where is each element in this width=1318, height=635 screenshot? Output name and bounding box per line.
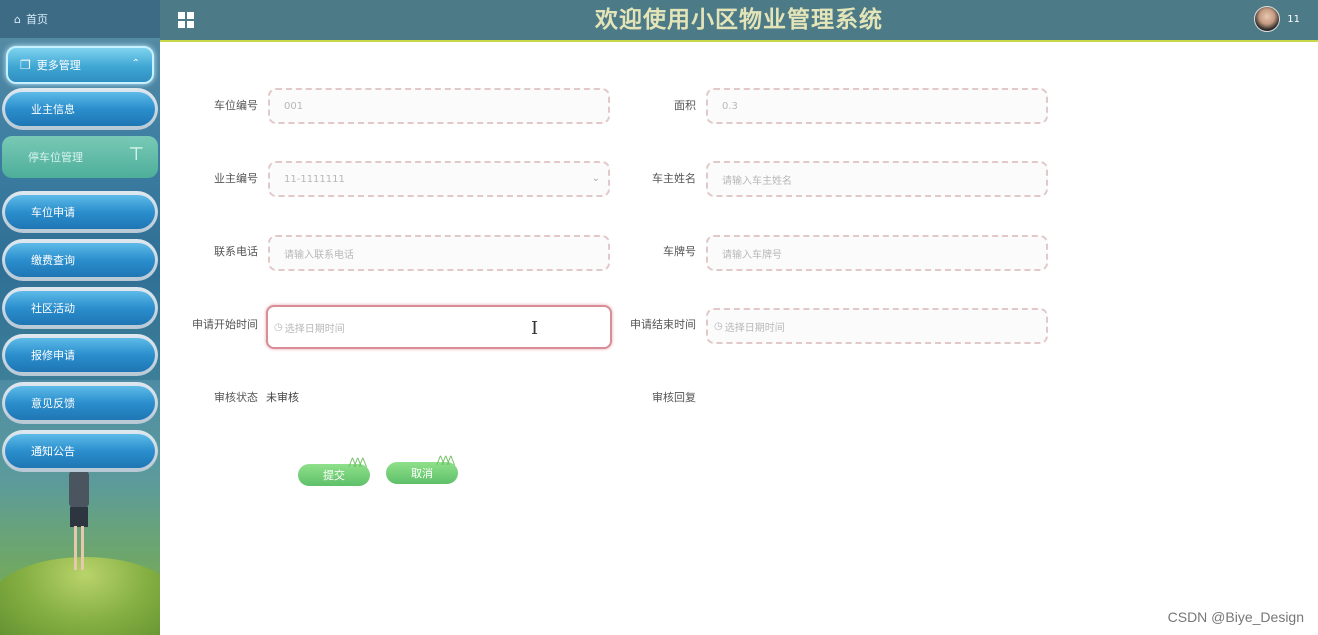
review-status-value: 未审核	[266, 391, 299, 404]
plate-placeholder: 请输入车牌号	[722, 249, 782, 261]
home-label: 首页	[25, 13, 48, 26]
end-time-label: 申请结束时间	[630, 318, 696, 331]
pin-icon: ⊤	[128, 144, 144, 165]
sidebar-item-payment-query[interactable]: 缴费查询	[2, 239, 158, 281]
end-time-placeholder: 选择日期时间	[724, 322, 785, 334]
owner-name-placeholder: 请输入车主姓名	[722, 175, 792, 187]
sidebar-item-label: 社区活动	[31, 302, 75, 315]
sidebar-item-repair-request[interactable]: 报修申请	[2, 334, 158, 376]
home-icon: ⌂	[14, 12, 21, 26]
sidebar-background-figure	[67, 455, 91, 575]
sidebar-item-label: 业主信息	[31, 103, 75, 116]
owner-name-input[interactable]: 请输入车主姓名	[706, 161, 1048, 197]
user-name[interactable]: 11	[1287, 14, 1300, 25]
owner-name-label: 车主姓名	[652, 172, 696, 185]
cancel-button[interactable]: 取消 ⋀⋀⋀	[386, 455, 458, 484]
cancel-label: 取消	[411, 467, 433, 480]
phone-label: 联系电话	[214, 245, 258, 258]
owner-no-label: 业主编号	[214, 172, 258, 185]
sidebar-item-community-events[interactable]: 社区活动	[2, 287, 158, 329]
owner-no-select[interactable]: 11-1111111 ⌄	[268, 161, 610, 197]
text-cursor-icon: I	[531, 318, 539, 339]
sidebar-item-label: 报修申请	[31, 349, 75, 362]
parking-no-label: 车位编号	[214, 99, 258, 112]
start-time-placeholder: 选择日期时间	[284, 323, 345, 335]
end-time-picker[interactable]: ◷ 选择日期时间	[706, 308, 1048, 344]
submit-label: 提交	[323, 469, 345, 482]
copy-icon: ❐	[20, 58, 31, 72]
chevron-up-icon: ⌃	[131, 58, 140, 69]
sidebar-item-label: 停车位管理	[28, 151, 83, 164]
plate-label: 车牌号	[663, 245, 696, 258]
submit-button[interactable]: 提交 ⋀⋀⋀	[298, 457, 370, 486]
avatar[interactable]	[1254, 6, 1280, 32]
sidebar-item-label: 通知公告	[31, 445, 75, 458]
watermark: CSDN @Biye_Design	[1167, 609, 1304, 625]
sidebar-item-label: 缴费查询	[31, 254, 75, 267]
sidebar: ⌂ 首页 ❐ 更多管理 ⌃ 业主信息 停车位管理 ⊤ 车位申请 缴费查询 社区活…	[0, 0, 160, 635]
grass-decoration-icon: ⋀⋀⋀	[436, 455, 455, 466]
sidebar-item-label: 车位申请	[31, 206, 75, 219]
top-header: 欢迎使用小区物业管理系统 11	[160, 0, 1318, 42]
home-link[interactable]: ⌂ 首页	[0, 0, 160, 38]
start-time-label: 申请开始时间	[192, 318, 258, 331]
parking-no-input[interactable]: 001	[268, 88, 610, 124]
grass-decoration-icon: ⋀⋀⋀	[348, 457, 367, 468]
menu-group-label: 更多管理	[36, 59, 81, 72]
plate-input[interactable]: 请输入车牌号	[706, 235, 1048, 271]
sidebar-item-notices[interactable]: 通知公告	[2, 430, 158, 472]
review-status-label: 审核状态	[214, 391, 258, 404]
parking-no-value: 001	[284, 100, 304, 112]
page-title: 欢迎使用小区物业管理系统	[595, 7, 883, 33]
menu-group-more-management[interactable]: ❐ 更多管理 ⌃	[6, 46, 154, 84]
area-input[interactable]: 0.3	[706, 88, 1048, 124]
area-value: 0.3	[722, 100, 738, 112]
sidebar-item-label: 意见反馈	[31, 397, 75, 410]
area-label: 面积	[674, 99, 696, 112]
clock-icon: ◷	[274, 321, 283, 333]
sidebar-item-feedback[interactable]: 意见反馈	[2, 382, 158, 424]
chevron-down-icon: ⌄	[591, 173, 600, 184]
sidebar-item-parking-management[interactable]: 停车位管理 ⊤	[2, 136, 158, 178]
start-time-picker[interactable]: ◷ 选择日期时间	[266, 305, 612, 349]
sidebar-item-parking-application[interactable]: 车位申请	[2, 191, 158, 233]
phone-input[interactable]: 请输入联系电话	[268, 235, 610, 271]
phone-placeholder: 请输入联系电话	[284, 249, 354, 261]
sidebar-item-owner-info[interactable]: 业主信息	[2, 88, 158, 130]
owner-no-value: 11-1111111	[284, 173, 345, 185]
review-reply-label: 审核回复	[652, 391, 696, 404]
clock-icon: ◷	[714, 320, 723, 332]
